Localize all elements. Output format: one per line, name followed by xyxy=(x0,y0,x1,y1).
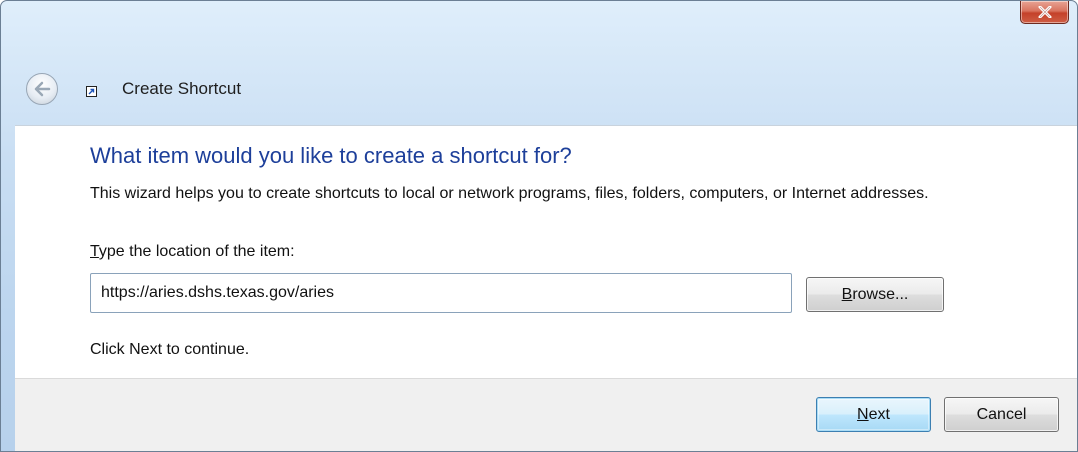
location-label-text: ype the location of the item: xyxy=(98,243,295,260)
location-label: Type the location of the item: xyxy=(90,243,295,261)
shortcut-overlay-icon xyxy=(86,86,97,97)
page-heading: What item would you like to create a sho… xyxy=(90,143,572,168)
create-shortcut-window: Create Shortcut What item would you like… xyxy=(0,0,1078,452)
next-accelerator: N xyxy=(857,405,869,423)
window-title: Create Shortcut xyxy=(122,79,242,98)
cancel-button[interactable]: Cancel xyxy=(944,397,1059,432)
back-arrow-icon xyxy=(34,81,51,97)
close-icon xyxy=(1038,6,1051,18)
close-button[interactable] xyxy=(1020,1,1069,24)
page-description: This wizard helps you to create shortcut… xyxy=(90,185,929,202)
browse-button[interactable]: Browse... xyxy=(806,277,944,312)
browse-label-rest: rowse... xyxy=(852,285,909,303)
wizard-content-panel: What item would you like to create a sho… xyxy=(15,125,1077,378)
next-button[interactable]: Next xyxy=(816,397,931,432)
wizard-nav-bar: Create Shortcut xyxy=(1,71,1077,111)
location-input[interactable] xyxy=(90,273,792,313)
wizard-footer: Next Cancel xyxy=(15,378,1077,451)
next-label-rest: ext xyxy=(868,405,890,423)
browse-accelerator: B xyxy=(841,285,853,303)
continue-hint: Click Next to continue. xyxy=(90,341,250,358)
back-button[interactable] xyxy=(26,73,58,105)
location-label-accelerator: T xyxy=(90,243,99,260)
